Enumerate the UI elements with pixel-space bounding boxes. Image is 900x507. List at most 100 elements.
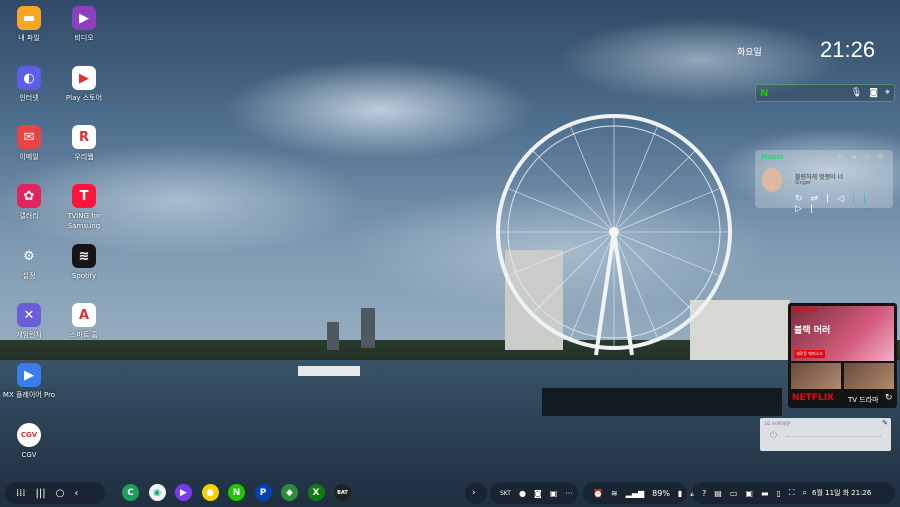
tower [361,308,375,348]
desktop-app-folder[interactable]: ▬ 내 파일 [0,6,58,43]
battery-icon: ▮ [677,488,683,498]
camera-notif-icon[interactable]: ◙ [534,489,542,498]
tving-icon: T [72,184,96,208]
desktop-app-cgv[interactable]: CGV CGV [0,423,58,460]
desktop-app-email[interactable]: ✉ 이메일 [0,125,58,162]
lens-icon[interactable]: ◙ [869,88,878,98]
desktop-app-label: 인터넷 [19,94,39,102]
camera-icon[interactable]: ◉ [148,484,166,501]
desktop-app-label: 스마트 홈 [70,331,98,339]
message-notif-icon[interactable]: ▣ [550,489,558,498]
screen-icon[interactable]: ▭ [730,489,738,498]
expand-button[interactable]: › [465,482,487,504]
naver-logo-icon: N [760,87,769,99]
category-label[interactable]: TV 드라마 [848,395,879,405]
featured-show-title: 블랙 머러 [794,326,831,336]
play-store-icon: ▶ [72,66,96,90]
xbox-icon[interactable]: X [307,484,325,501]
message-icon[interactable]: ▬ [761,489,769,498]
location-icon[interactable]: ⌖ [885,88,890,98]
music-controls[interactable]: ↻⇌|◁|| ▷| [795,194,893,214]
edit-icon[interactable]: ✎ [882,419,888,427]
netflix-widget[interactable]: NETFLIX 블랙 머러 새로운 에피소드 NETFLIX TV 드라마 ↻ [788,303,897,408]
cgv-icon: CGV [17,423,41,447]
desktop-app-internet[interactable]: ◐ 인터넷 [0,66,58,103]
quick-settings-group[interactable]: ? ▤ ▭ ▣ ▬ ▯ ⛶ ⌕ 6월 11일 화 21:26 [692,482,895,504]
desktop-app-play-store[interactable]: ▶ Play 스토어 [55,66,113,103]
desktop-app-game-launcher[interactable]: ✕ 게임런처 [0,303,58,340]
desktop-app-settings[interactable]: ⚙ 설정 [0,244,58,281]
edge-icon[interactable]: ▯ [777,489,781,498]
shuffle-icon[interactable]: ⇌ [811,194,827,204]
help-icon[interactable]: ? [702,489,706,498]
search-widget[interactable]: N 🎙 ◙ ⌖ [755,84,895,102]
signal-icon: ▂▄▆ [625,488,645,498]
phone-icon[interactable]: C [122,484,139,501]
music-header-icons[interactable]: ≡ ★ ⌕ ⚙ [837,153,887,162]
desktop-app-mx-player[interactable]: ▶ MX 플레이어 Pro [0,363,58,400]
smart-home-widget[interactable]: LG 스마트씽큐 ✎ ⏻ [760,418,891,451]
pier [542,388,782,416]
carrier-label: SKT [500,489,511,497]
display-icon[interactable]: ▣ [745,489,753,498]
more-icon[interactable]: ··· [565,489,573,498]
desktop-app-label: 이메일 [19,153,39,161]
desktop-app-label: CGV [21,451,37,459]
naver-icon[interactable]: N [228,484,245,501]
playstation-icon[interactable]: P [254,484,272,501]
back-icon[interactable]: ‹ [74,488,78,499]
desktop-app-smart-home[interactable]: A 스마트 홈 [55,303,113,340]
show-thumbnail[interactable] [844,363,894,389]
recent-apps-icon[interactable]: ||| [36,488,46,499]
pause-icon[interactable]: || [852,194,874,204]
chevron-right-icon: › [472,488,476,498]
keyboard-icon[interactable]: ▤ [714,489,722,498]
taskbar-time[interactable]: 21:26 [851,489,871,497]
desktop-app-spotify[interactable]: ≋ Spotify [55,244,113,281]
status-group[interactable]: ⏰ ≋ ▂▄▆ 89% ▮ ▴ [583,482,694,504]
desktop-app-label: Play 스토어 [65,94,103,102]
album-art[interactable] [762,168,782,192]
media-icon[interactable]: ▶ [175,484,192,501]
notification-icon[interactable]: ● [519,489,526,498]
previous-icon[interactable]: |◁ [826,194,852,204]
artist-name: Singer [795,180,812,186]
new-episode-badge: 새로운 에피소드 [794,350,826,358]
desktop-app-label: 우리웹 [74,153,94,161]
battery-app-icon[interactable]: BAT [334,484,351,501]
home-icon[interactable]: ○ [56,488,65,499]
taskbar: ⁞⁞⁞ ||| ○ ‹ C ◉ ▶ ● N P ◆ X BAT › SKT ● ◙ ▣ ··· … [0,479,900,507]
screenshot-icon[interactable]: ⛶ [789,488,795,498]
notification-group[interactable]: SKT ● ◙ ▣ ··· [490,482,578,504]
repeat-icon[interactable]: ↻ [795,194,811,204]
desktop-app-label: TVING for Samsung [67,212,101,230]
desktop-app-gallery[interactable]: ✿ 갤러리 [0,184,58,221]
desktop-app-video[interactable]: ▶ 비디오 [55,6,113,43]
game-icon[interactable]: ◆ [281,484,298,501]
email-icon: ✉ [17,125,41,149]
rpg-app-icon: R [72,125,96,149]
battery-percent: 89% [652,488,670,498]
desktop-app-label: MX 플레이어 Pro [2,391,56,399]
clock-time[interactable]: 21:26 [820,37,875,63]
tower [327,322,339,350]
desktop-app-label: 게임런처 [16,331,42,339]
music-widget[interactable]: Music ≡ ★ ⌕ ⚙ 블링하게 멋쟁이 너 Singer ↻⇌|◁||▷| [755,150,893,214]
power-icon[interactable]: ⏻ [770,431,777,441]
gallery-icon: ✿ [17,184,41,208]
kakaotalk-icon[interactable]: ● [201,484,219,501]
taskbar-date[interactable]: 6월 11일 화 [812,488,849,498]
desktop-app-label: 내 파일 [18,34,40,42]
show-thumbnail[interactable] [791,363,841,389]
alarm-icon: ⏰ [593,488,603,498]
folder-icon: ▬ [17,6,41,30]
desktop-app-tving[interactable]: T TVING for Samsung [55,184,113,231]
search-icon[interactable]: ⌕ [803,488,807,498]
mic-icon[interactable]: 🎙 [851,88,862,98]
refresh-icon[interactable]: ↻ [885,393,893,403]
ferris-wheel [496,114,732,356]
desktop-app-rpg-app[interactable]: R 우리웹 [55,125,113,162]
apps-grid-icon[interactable]: ⁞⁞⁞ [16,488,26,499]
desktop-app-label: 비디오 [74,34,94,42]
next-icon[interactable]: ▷| [795,204,821,214]
